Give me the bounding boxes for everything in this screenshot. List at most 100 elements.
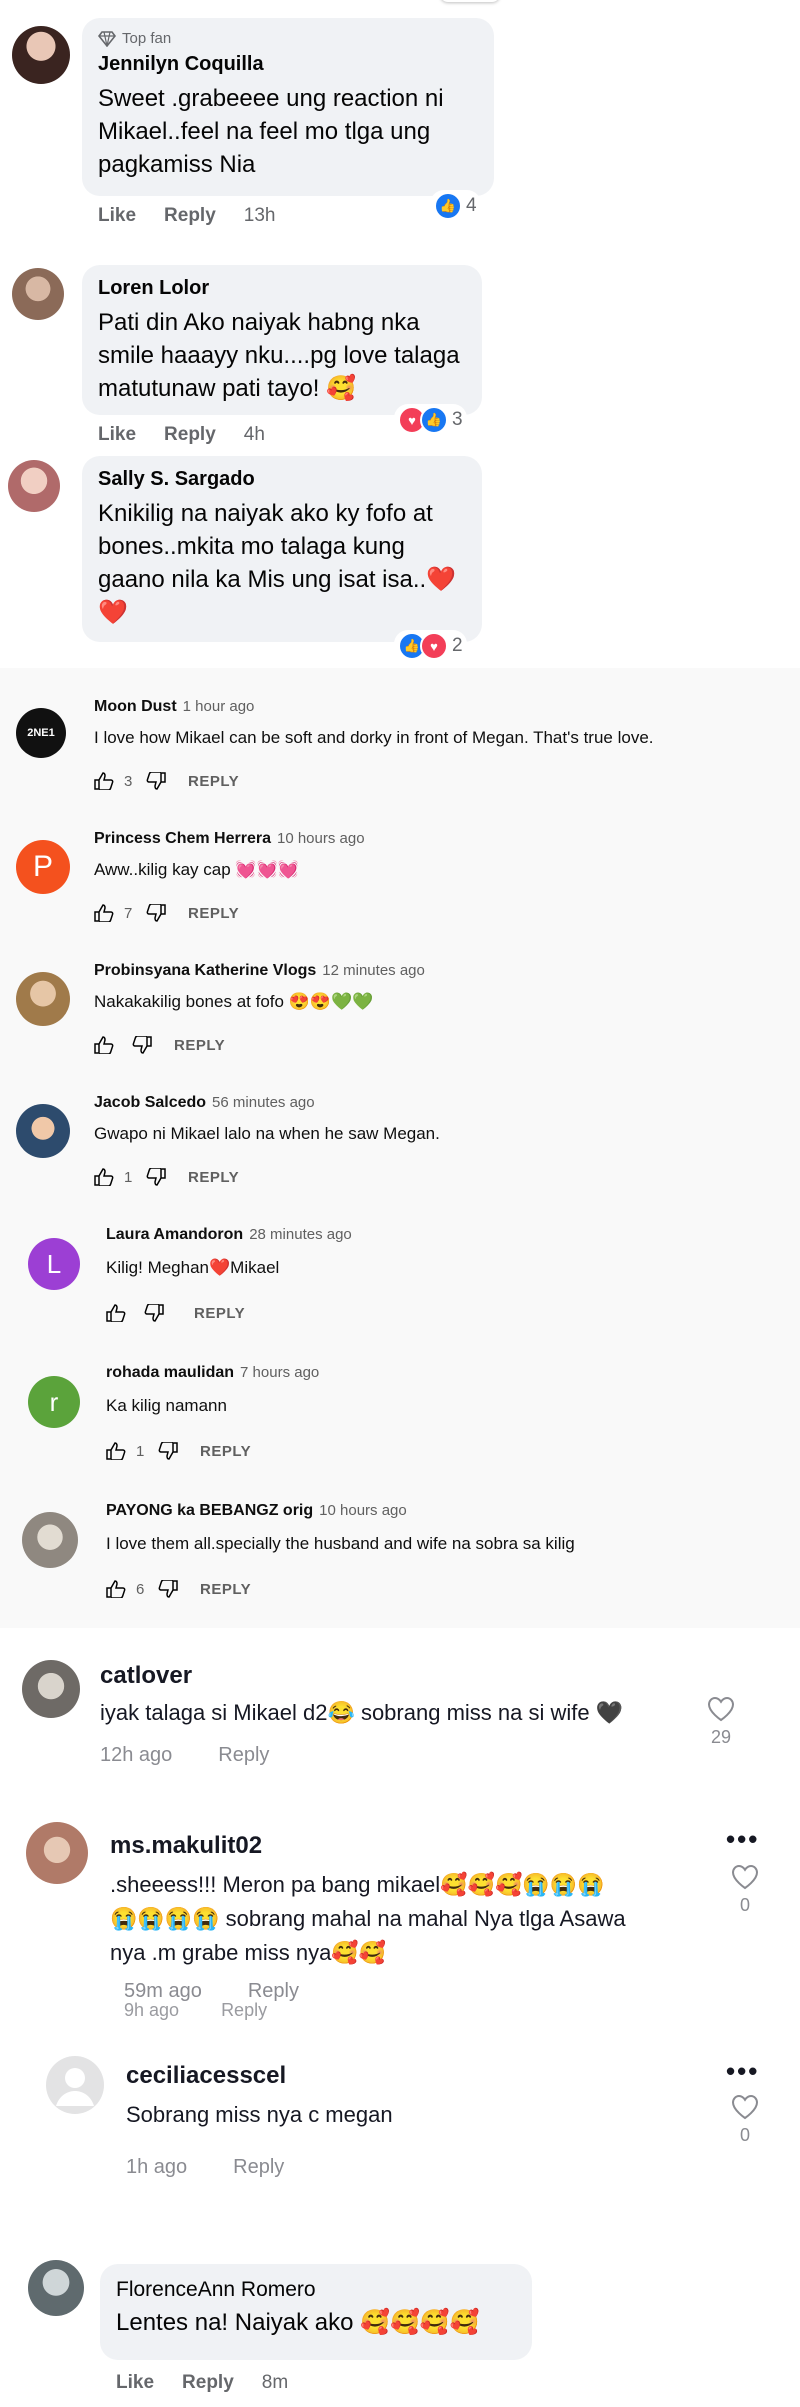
reaction-summary[interactable]: ♥ 👍 3 — [394, 404, 467, 436]
thumbs-up-icon[interactable] — [94, 1036, 114, 1054]
comment-bubble: Top fan Jennilyn Coquilla Sweet .grabeee… — [82, 18, 494, 196]
avatar[interactable]: 2NE1 — [16, 708, 66, 758]
commenter-name[interactable]: Princess Chem Herrera 10 hours ago — [94, 830, 365, 848]
avatar[interactable]: r — [28, 1376, 80, 1428]
avatar[interactable]: L — [28, 1238, 80, 1290]
more-options-icon[interactable]: ••• — [726, 2056, 759, 2087]
avatar[interactable] — [22, 1512, 78, 1568]
diamond-icon — [98, 30, 116, 47]
commenter-name[interactable]: Laura Amandoron 28 minutes ago — [106, 1226, 352, 1244]
heart-icon[interactable] — [731, 2094, 759, 2120]
commenter-name[interactable]: Jacob Salcedo 56 minutes ago — [94, 1094, 315, 1112]
love-reaction-icon: ♥ — [420, 632, 448, 660]
facebook-comments-section: Top fan Jennilyn Coquilla Sweet .grabeee… — [0, 0, 800, 668]
commenter-name[interactable]: rohada maulidan 7 hours ago — [106, 1364, 319, 1382]
like-count: 7 — [124, 904, 133, 922]
commenter-name[interactable]: catlover — [100, 1662, 192, 1690]
commenter-name[interactable]: Moon Dust 1 hour ago — [94, 698, 254, 716]
comment-time[interactable]: 4h — [244, 424, 265, 446]
thumbs-up-icon[interactable] — [94, 1168, 114, 1186]
like-button[interactable]: Like — [98, 205, 136, 227]
reply-button[interactable]: REPLY — [200, 1581, 251, 1598]
reply-button[interactable]: REPLY — [188, 905, 239, 922]
thumbs-down-icon[interactable] — [158, 1442, 178, 1460]
thumbs-up-icon[interactable] — [106, 1304, 126, 1322]
youtube-comments-section: 2NE1 Moon Dust 1 hour ago I love how Mika… — [0, 668, 800, 1628]
top-fan-badge: Top fan — [98, 30, 478, 47]
avatar[interactable] — [26, 1822, 88, 1884]
reply-button[interactable]: Reply — [233, 2156, 284, 2179]
like-control[interactable]: 0 — [730, 2094, 760, 2146]
avatar[interactable]: P — [16, 840, 70, 894]
comment-actions: 3 REPLY — [94, 772, 239, 790]
thumbs-down-icon[interactable] — [158, 1580, 178, 1598]
thumbs-down-icon[interactable] — [146, 772, 166, 790]
default-user-icon — [56, 2068, 94, 2106]
reply-button[interactable]: REPLY — [174, 1037, 225, 1054]
comment-meta: 12h ago Reply — [100, 1744, 269, 1767]
like-count: 1 — [136, 1442, 145, 1460]
more-options-icon[interactable]: ••• — [726, 1824, 759, 1855]
reaction-summary[interactable]: 👍 ♥ 2 — [394, 630, 467, 662]
tiktok-comments-section: catlover iyak talaga si Mikael d2😂 sobra… — [0, 1628, 800, 2236]
reply-button[interactable]: Reply — [164, 424, 216, 446]
reply-button[interactable]: Reply — [164, 205, 216, 227]
thumbs-up-icon[interactable] — [106, 1442, 126, 1460]
like-count: 29 — [710, 1727, 732, 1747]
avatar[interactable] — [8, 460, 60, 512]
thumbs-down-icon[interactable] — [146, 1168, 166, 1186]
thumbs-up-icon[interactable] — [106, 1580, 126, 1598]
reply-button[interactable]: Reply — [182, 2372, 234, 2394]
avatar[interactable] — [12, 268, 64, 320]
comment-actions: REPLY — [94, 1036, 225, 1054]
comment-time[interactable]: 13h — [244, 205, 276, 227]
commenter-name[interactable]: PAYONG ka BEBANGZ orig 10 hours ago — [106, 1502, 407, 1520]
thumbs-down-icon[interactable] — [132, 1036, 152, 1054]
overlapping-meta: 9h ago Reply — [124, 2000, 268, 2020]
avatar[interactable] — [22, 1660, 80, 1718]
reply-button[interactable]: Reply — [218, 1744, 269, 1767]
heart-icon[interactable] — [707, 1696, 735, 1722]
reply-button[interactable]: REPLY — [200, 1443, 251, 1460]
avatar[interactable] — [28, 2260, 84, 2316]
heart-icon[interactable] — [731, 1864, 759, 1890]
comment-text: Pati din Ako naiyak habng nka smile haaa… — [98, 309, 460, 402]
comment-time: 12h ago — [100, 1744, 173, 1766]
like-button[interactable]: Like — [98, 424, 136, 446]
like-count: 0 — [739, 1895, 750, 1915]
avatar[interactable] — [12, 26, 70, 84]
avatar[interactable] — [16, 1104, 70, 1158]
reply-button[interactable]: REPLY — [188, 1169, 239, 1186]
avatar[interactable] — [16, 972, 70, 1026]
reaction-summary[interactable]: 👍 4 — [430, 190, 481, 222]
comment-bubble: Loren Lolor Pati din Ako naiyak habng nk… — [82, 265, 482, 415]
like-count: 3 — [124, 772, 133, 790]
comment-bubble: Sally S. Sargado Knikilig na naiyak ako … — [82, 456, 482, 642]
comment-text: I love them all.specially the husband an… — [106, 1534, 575, 1553]
like-control[interactable]: 0 — [730, 1864, 760, 1916]
comment-actions: 6 REPLY — [106, 1580, 251, 1598]
like-button[interactable]: Like — [116, 2372, 154, 2394]
thumbs-down-icon[interactable] — [146, 904, 166, 922]
commenter-name[interactable]: ms.makulit02 — [110, 1832, 262, 1860]
commenter-name[interactable]: FlorenceAnn Romero — [116, 2278, 516, 2302]
reply-button[interactable]: REPLY — [194, 1305, 245, 1322]
commenter-name[interactable]: Jennilyn Coquilla — [98, 53, 478, 76]
comment-text: Aww..kilig kay cap 💓💓💓 — [94, 860, 299, 879]
commenter-name[interactable]: Loren Lolor — [98, 277, 466, 300]
comment-bubble: FlorenceAnn Romero Lentes na! Naiyak ako… — [100, 2264, 532, 2360]
facebook-comment-bottom: FlorenceAnn Romero Lentes na! Naiyak ako… — [0, 2236, 800, 2407]
thumbs-down-icon[interactable] — [144, 1304, 164, 1322]
commenter-name[interactable]: ceciliacesscel — [126, 2062, 286, 2090]
like-control[interactable]: 29 — [706, 1696, 736, 1748]
comment-text: I love how Mikael can be soft and dorky … — [94, 728, 654, 747]
reply-button[interactable]: REPLY — [188, 773, 239, 790]
commenter-name[interactable]: Probinsyana Katherine Vlogs 12 minutes ag… — [94, 962, 425, 980]
commenter-name[interactable]: Sally S. Sargado — [98, 468, 466, 491]
comment-time[interactable]: 8m — [262, 2372, 288, 2394]
avatar[interactable] — [46, 2056, 104, 2114]
comment-time: 1h ago — [126, 2156, 188, 2178]
thumbs-up-icon[interactable] — [94, 904, 114, 922]
thumbs-up-icon[interactable] — [94, 772, 114, 790]
like-count: 6 — [136, 1580, 145, 1598]
